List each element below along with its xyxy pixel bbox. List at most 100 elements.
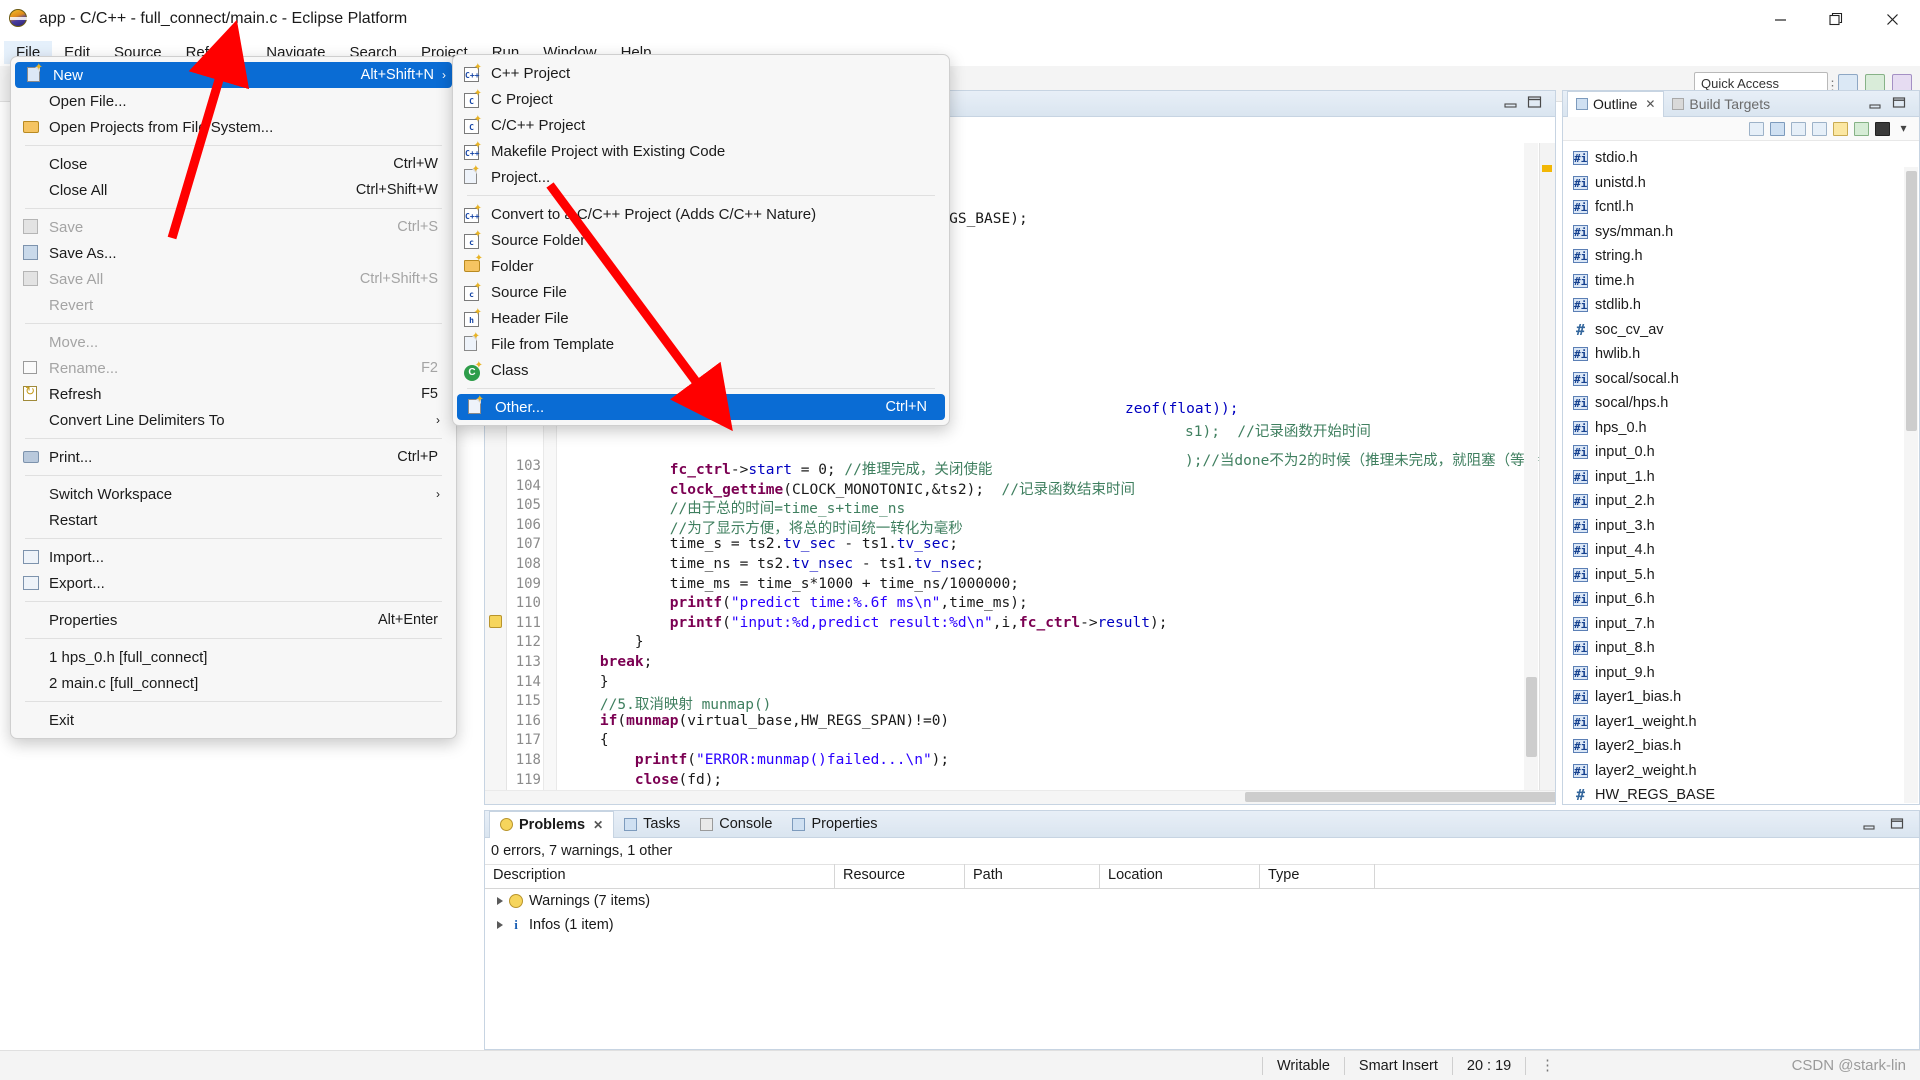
file-menu-item-close-all[interactable]: Close All Ctrl+Shift+W (11, 177, 456, 203)
file-menu-item-switch-workspace[interactable]: Switch Workspace › (11, 481, 456, 507)
outline-item[interactable]: #i fcntl.h (1573, 195, 1919, 220)
file-menu-item-1-hps-0-h-full-connect[interactable]: 1 hps_0.h [full_connect] (11, 644, 456, 670)
editor-horizontal-scroll-thumb[interactable] (1245, 792, 1555, 802)
outline-item[interactable]: #i hps_0.h (1573, 416, 1919, 441)
tab-problems[interactable]: Problems ✕ (489, 810, 615, 838)
code-line[interactable]: 118 printf("ERROR:munmap()failed...\n"); (485, 752, 1555, 772)
code-line[interactable]: 117 { (485, 732, 1555, 752)
column-header-path[interactable]: Path (965, 864, 1100, 889)
tab-console[interactable]: Console (690, 811, 782, 838)
code-line[interactable]: 106 //为了显示方便，将总的时间统一转化为毫秒 (485, 517, 1555, 537)
editor-maximize-icon[interactable] (1527, 95, 1543, 109)
new-menu-item-folder[interactable]: ✦ Folder (453, 253, 949, 279)
file-menu-item-open-projects-from-file-system[interactable]: Open Projects from File System... (11, 114, 456, 140)
outline-item[interactable]: #i input_4.h (1573, 538, 1919, 563)
new-menu-item-project[interactable]: ✦ Project... (453, 164, 949, 190)
outline-scroll-thumb[interactable] (1906, 171, 1917, 431)
outline-item[interactable]: # HW_REGS_BASE (1573, 783, 1919, 808)
outline-item-list[interactable]: #i stdio.h #i unistd.h #i fcntl.h #i sys/mman.h… (1563, 141, 1919, 857)
code-line[interactable]: 115 //5.取消映射 munmap() (485, 693, 1555, 713)
new-submenu-dropdown[interactable]: C++ ✦ C++ Project C ✦ C Project C ✦ C/C++ Projec… (452, 54, 950, 426)
overview-warning-mark[interactable] (1542, 165, 1552, 172)
code-line[interactable]: 114 } (485, 674, 1555, 694)
hide-nonpublic-icon[interactable] (1833, 121, 1848, 136)
column-header-resource[interactable]: Resource (835, 864, 965, 889)
file-menu-item-convert-line-delimiters-to[interactable]: Convert Line Delimiters To › (11, 407, 456, 433)
new-menu-item-makefile-project-with-existing-code[interactable]: C++ ✦ Makefile Project with Existing Code (453, 138, 949, 164)
outline-item[interactable]: #i input_6.h (1573, 587, 1919, 612)
tab-properties[interactable]: Properties (782, 811, 887, 838)
expand-arrow-icon[interactable] (497, 897, 503, 905)
new-menu-item-source-file[interactable]: c ✦ Source File (453, 279, 949, 305)
editor-minimize-icon[interactable] (1503, 97, 1519, 109)
outline-item[interactable]: #i input_0.h (1573, 440, 1919, 465)
filter-icon[interactable] (1854, 121, 1869, 136)
tab-outline[interactable]: Outline ✕ (1567, 90, 1665, 117)
file-menu-item-save-as[interactable]: Save As... (11, 240, 456, 266)
collapse-all-icon[interactable] (1749, 121, 1764, 136)
view-menu-icon[interactable] (1875, 121, 1890, 136)
new-menu-item-header-file[interactable]: h ✦ Header File (453, 305, 949, 331)
outline-item[interactable]: #i layer1_weight.h (1573, 710, 1919, 735)
close-icon[interactable]: ✕ (1645, 97, 1655, 111)
code-line[interactable]: 111 printf("input:%d,predict result:%d\n… (485, 614, 1555, 635)
code-line[interactable]: 110 printf("predict time:%.6f ms\n",time… (485, 595, 1555, 615)
code-line[interactable]: 113 break; (485, 654, 1555, 674)
expand-arrow-icon[interactable] (497, 921, 503, 929)
table-row[interactable]: i Infos (1 item) (485, 913, 1919, 937)
new-menu-item-class[interactable]: C ✦ Class (453, 357, 949, 383)
tab-build-targets[interactable]: Build Targets (1664, 96, 1778, 112)
code-line[interactable]: 119 close(fd); (485, 772, 1555, 792)
file-menu-item-exit[interactable]: Exit (11, 707, 456, 733)
new-menu-item-c-project[interactable]: C++ ✦ C++ Project (453, 60, 949, 86)
code-line[interactable]: 105 //由于总的时间=time_s+time_ns (485, 497, 1555, 517)
outline-item[interactable]: #i stdlib.h (1573, 293, 1919, 318)
new-menu-item-file-from-template[interactable]: ✦ File from Template (453, 331, 949, 357)
table-row[interactable]: Warnings (7 items) (485, 889, 1919, 913)
file-menu-item-properties[interactable]: Properties Alt+Enter (11, 607, 456, 633)
problems-row-list[interactable]: Warnings (7 items) i Infos (1 item) (485, 889, 1919, 937)
close-button[interactable] (1864, 0, 1920, 38)
outline-item[interactable]: #i layer1_bias.h (1573, 685, 1919, 710)
code-line[interactable]: 116 if(munmap(virtual_base,HW_REGS_SPAN)… (485, 713, 1555, 733)
file-menu-item-close[interactable]: Close Ctrl+W (11, 151, 456, 177)
code-line[interactable]: 109 time_ms = time_s*1000 + time_ns/1000… (485, 576, 1555, 596)
sort-icon[interactable] (1770, 121, 1785, 136)
restore-button[interactable] (1808, 0, 1864, 38)
code-line[interactable]: 104 clock_gettime(CLOCK_MONOTONIC,&ts2);… (485, 478, 1555, 498)
outline-item[interactable]: #i layer2_weight.h (1573, 759, 1919, 784)
outline-item[interactable]: #i input_8.h (1573, 636, 1919, 661)
hide-fields-icon[interactable] (1791, 121, 1806, 136)
editor-vertical-scroll-thumb[interactable] (1526, 677, 1537, 757)
outline-item[interactable]: #i stdio.h (1573, 146, 1919, 171)
minimize-button[interactable] (1752, 0, 1808, 38)
outline-maximize-icon[interactable] (1892, 96, 1907, 113)
outline-view-menu-chevron-icon[interactable]: ▾ (1896, 121, 1911, 136)
outline-item[interactable]: #i layer2_bias.h (1573, 734, 1919, 759)
outline-item[interactable]: #i time.h (1573, 269, 1919, 294)
outline-item[interactable]: # soc_cv_av (1573, 318, 1919, 343)
column-header-location[interactable]: Location (1100, 864, 1260, 889)
file-menu-item-print[interactable]: Print... Ctrl+P (11, 444, 456, 470)
new-menu-item-c-c-project[interactable]: C ✦ C/C++ Project (453, 112, 949, 138)
outline-item[interactable]: #i input_3.h (1573, 514, 1919, 539)
hide-static-icon[interactable] (1812, 121, 1827, 136)
column-header-type[interactable]: Type (1260, 864, 1375, 889)
file-menu-dropdown[interactable]: ✦ New Alt+Shift+N › Open File... Open Project… (10, 56, 457, 739)
code-line[interactable]: 103 fc_ctrl->start = 0; //推理完成，关闭使能 (485, 458, 1555, 478)
close-icon[interactable]: ✕ (593, 818, 603, 832)
new-menu-item-source-folder[interactable]: c ✦ Source Folder (453, 227, 949, 253)
file-menu-item-import[interactable]: Import... (11, 544, 456, 570)
outline-item[interactable]: #i hwlib.h (1573, 342, 1919, 367)
outline-item[interactable]: #i socal/hps.h (1573, 391, 1919, 416)
outline-item[interactable]: #i input_9.h (1573, 661, 1919, 686)
outline-item[interactable]: #i input_7.h (1573, 612, 1919, 637)
editor-overview-ruler[interactable] (1539, 143, 1555, 790)
file-menu-item-restart[interactable]: Restart (11, 507, 456, 533)
problems-minimize-icon[interactable] (1862, 819, 1877, 836)
file-menu-item-refresh[interactable]: Refresh F5 (11, 381, 456, 407)
problems-maximize-icon[interactable] (1890, 817, 1905, 834)
new-menu-item-convert-to-a-c-c-project-adds-c-c-nature[interactable]: C++ ✦ Convert to a C/C++ Project (Adds C/C… (453, 201, 949, 227)
outline-item[interactable]: #i unistd.h (1573, 171, 1919, 196)
outline-item[interactable]: #i input_1.h (1573, 465, 1919, 490)
